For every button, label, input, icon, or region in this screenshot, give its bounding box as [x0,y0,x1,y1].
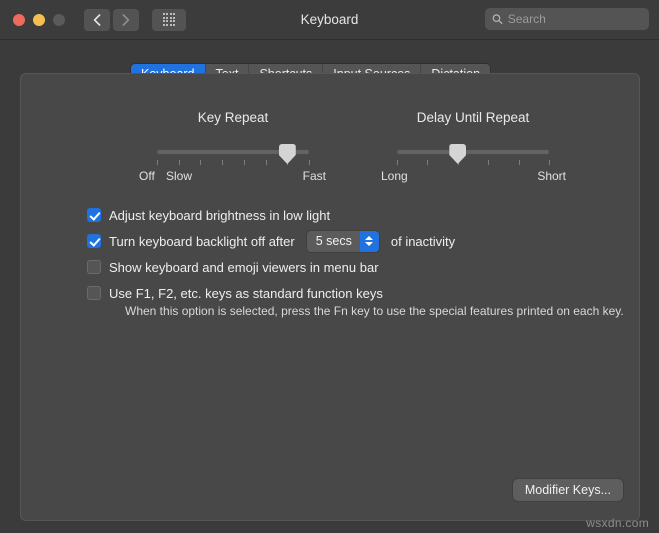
delay-ticks [397,160,549,166]
zoom-window-button [53,14,65,26]
standard-function-keys-checkbox[interactable] [87,286,101,300]
backlight-delay-stepper[interactable]: 5 secs [307,231,379,252]
delay-track[interactable] [397,150,549,154]
options-list: Adjust keyboard brightness in low light … [87,202,627,306]
option-row-show-viewers[interactable]: Show keyboard and emoji viewers in menu … [87,254,627,280]
delay-short-label: Short [537,169,566,183]
delay-until-repeat-slider-group: Delay Until Repeat Long Short [379,110,567,187]
chevron-right-icon [122,14,130,26]
chevron-left-icon [93,14,101,26]
grid-icon [163,13,176,26]
option-row-standard-function-keys[interactable]: Use F1, F2, etc. keys as standard functi… [87,280,627,306]
adjust-brightness-checkbox[interactable] [87,208,101,222]
back-button[interactable] [84,9,110,31]
modifier-keys-button[interactable]: Modifier Keys... [513,479,623,501]
backlight-delay-value: 5 secs [307,231,360,252]
function-keys-hint: When this option is selected, press the … [125,304,624,318]
close-window-button[interactable] [13,14,25,26]
traffic-light-group [13,14,65,26]
adjust-brightness-label: Adjust keyboard brightness in low light [109,208,330,223]
stepper-arrows[interactable] [360,231,379,252]
key-repeat-slow-label: Slow [166,169,192,183]
key-repeat-fast-label: Fast [303,169,326,183]
forward-button[interactable] [113,9,139,31]
option-row-adjust-brightness[interactable]: Adjust keyboard brightness in low light [87,202,627,228]
option-row-backlight-off[interactable]: Turn keyboard backlight off after 5 secs… [87,228,627,254]
key-repeat-off-label: Off [139,169,155,183]
delay-until-repeat-title: Delay Until Repeat [379,110,567,125]
chevron-down-icon[interactable] [365,242,373,246]
key-repeat-slider[interactable]: Off Slow Fast [139,143,327,187]
show-viewers-label: Show keyboard and emoji viewers in menu … [109,260,379,275]
watermark: wsxdn.com [586,516,649,530]
minimize-window-button[interactable] [33,14,45,26]
show-all-button[interactable] [152,9,186,31]
keyboard-settings-panel: Key Repeat Off Slow Fast Delay Until Rep… [20,73,640,521]
chevron-up-icon[interactable] [365,236,373,240]
window-titlebar: Keyboard [0,0,659,40]
delay-long-label: Long [381,169,408,183]
key-repeat-title: Key Repeat [139,110,327,125]
backlight-off-label-before: Turn keyboard backlight off after [109,234,295,249]
navigation-button-group [84,9,139,31]
backlight-off-label-after: of inactivity [391,234,455,249]
search-field[interactable] [485,8,649,30]
delay-until-repeat-slider[interactable]: Long Short [379,143,567,187]
backlight-off-checkbox[interactable] [87,234,101,248]
search-input[interactable] [508,12,642,26]
show-viewers-checkbox[interactable] [87,260,101,274]
search-icon [492,13,503,25]
key-repeat-slider-group: Key Repeat Off Slow Fast [139,110,327,187]
standard-function-keys-label: Use F1, F2, etc. keys as standard functi… [109,286,383,301]
